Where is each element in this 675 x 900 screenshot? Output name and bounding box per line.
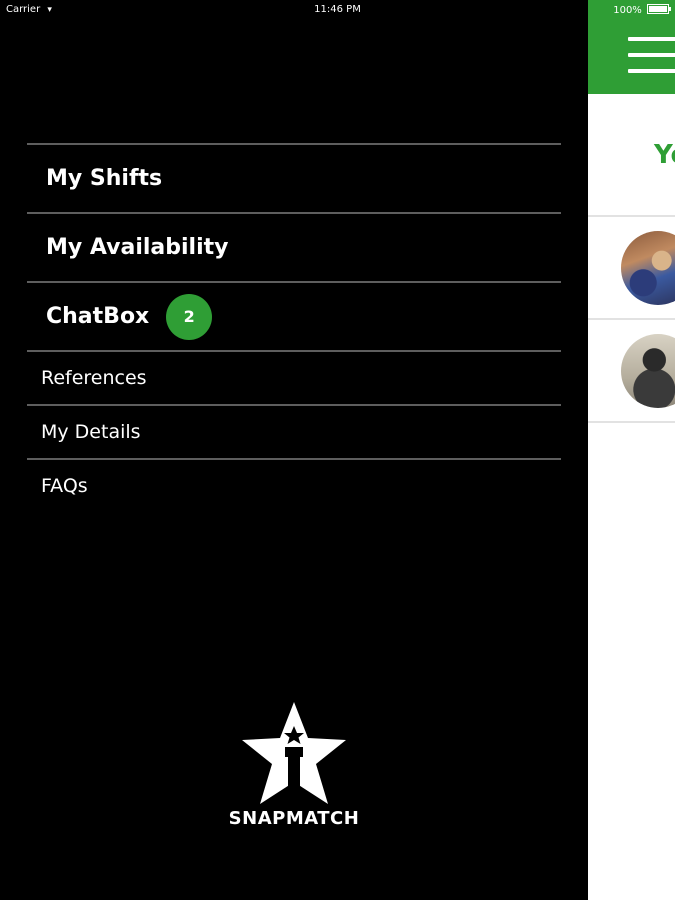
menu-item-label: FAQs: [41, 475, 88, 497]
unread-count-badge: 2: [166, 293, 213, 340]
side-drawer: My Shifts My Availability ChatBox 2 Refe…: [0, 0, 588, 900]
menu-item-label: My Shifts: [46, 166, 163, 191]
menu-item-chatbox[interactable]: ChatBox 2: [27, 283, 561, 352]
status-bar: Carrier ▾ 11:46 PM 100%: [0, 0, 675, 20]
menu-item-my-availability[interactable]: My Availability: [27, 214, 561, 283]
main-screen: Yo: [588, 0, 675, 900]
menu-item-label: References: [41, 367, 147, 389]
battery-indicator: 100%: [613, 4, 671, 16]
main-title: Yo: [654, 140, 675, 170]
hamburger-menu-icon[interactable]: [628, 37, 675, 77]
clock: 11:46 PM: [314, 4, 361, 15]
menu-item-faqs[interactable]: FAQs: [27, 460, 561, 512]
battery-icon: [647, 4, 671, 14]
logo-text: SNAPMATCH: [228, 808, 360, 829]
menu-item-label: ChatBox: [46, 304, 150, 329]
snapmatch-star-logo: [242, 702, 346, 804]
avatar: [621, 231, 675, 305]
snapmatch-logo: SNAPMATCH: [222, 700, 366, 840]
avatar: [621, 334, 675, 408]
menu-item-references[interactable]: References: [27, 352, 561, 406]
menu-item-label: My Availability: [46, 235, 229, 260]
menu-item-my-details[interactable]: My Details: [27, 406, 561, 460]
drawer-menu: My Shifts My Availability ChatBox 2 Refe…: [27, 143, 561, 512]
battery-percent: 100%: [613, 5, 642, 16]
list-item[interactable]: [588, 318, 675, 423]
menu-item-label: My Details: [41, 421, 141, 443]
list-item[interactable]: [588, 215, 675, 318]
menu-item-my-shifts[interactable]: My Shifts: [27, 145, 561, 214]
